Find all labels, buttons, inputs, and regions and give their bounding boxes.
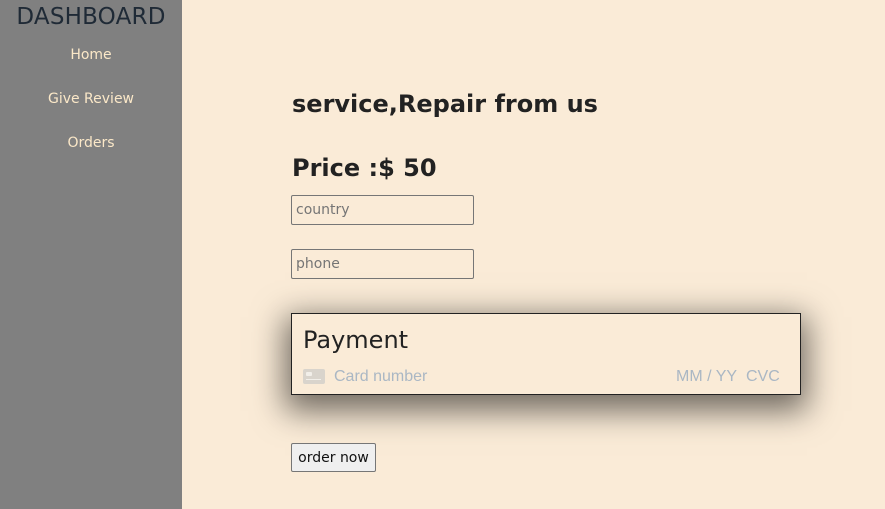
payment-title: Payment [303,326,409,354]
sidebar: DASHBOARD Home Give Review Orders [0,0,182,509]
nav-give-review-link[interactable]: Give Review [0,77,182,121]
nav-home-link[interactable]: Home [0,33,182,77]
card-expiry-input[interactable]: MM / YY [676,367,737,387]
card-number-input[interactable] [334,367,634,387]
price-label: Price :$ 50 [292,154,437,182]
dashboard-title: DASHBOARD [16,4,166,30]
card-cvc-input[interactable]: CVC [746,367,780,387]
phone-input[interactable] [291,249,474,279]
payment-card: Payment MM / YY CVC [291,313,801,395]
order-now-button[interactable]: order now [291,443,376,472]
credit-card-icon [303,369,325,384]
service-title: service,Repair from us [292,90,598,118]
card-element[interactable]: MM / YY CVC [303,367,783,387]
country-input[interactable] [291,195,474,225]
nav-orders-link[interactable]: Orders [0,121,182,165]
main-content: service,Repair from us Price :$ 50 Payme… [182,0,885,509]
